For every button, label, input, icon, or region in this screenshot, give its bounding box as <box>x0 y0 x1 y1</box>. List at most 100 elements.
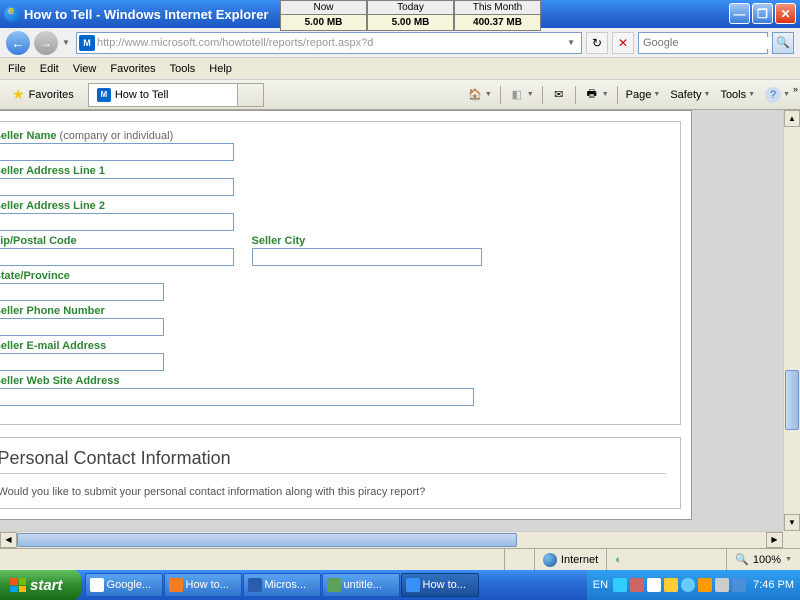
taskbar-item-icon <box>169 578 183 592</box>
tray-icon[interactable] <box>732 578 746 592</box>
zoom-dropdown[interactable]: ▼ <box>785 556 792 563</box>
menu-favorites[interactable]: Favorites <box>110 63 155 75</box>
seller-addr1-input[interactable] <box>0 178 234 196</box>
taskbar-clock[interactable]: 7:46 PM <box>753 579 794 591</box>
separator <box>500 86 501 104</box>
separator <box>542 86 543 104</box>
scroll-down-arrow[interactable]: ▼ <box>784 514 800 531</box>
menu-help[interactable]: Help <box>209 63 232 75</box>
field-phone: Seller Phone Number <box>0 305 670 336</box>
page-menu[interactable]: Page▼ <box>622 87 665 103</box>
search-input[interactable] <box>643 37 785 49</box>
menu-file[interactable]: File <box>8 63 26 75</box>
favorites-button[interactable]: ★ Favorites <box>6 84 80 105</box>
taskbar-item-icon <box>327 578 341 592</box>
seller-addr2-label: Seller Address Line 2 <box>0 200 670 212</box>
nav-history-dropdown[interactable]: ▼ <box>62 38 72 47</box>
search-box[interactable] <box>638 32 768 54</box>
status-zoom[interactable]: 🔍 100% ▼ <box>726 549 800 570</box>
feeds-button[interactable]: ◧▼ <box>505 85 538 105</box>
new-tab-button[interactable] <box>238 83 264 107</box>
scroll-right-arrow[interactable]: ▶ <box>766 532 783 548</box>
zip-input[interactable] <box>0 248 234 266</box>
status-zone[interactable]: Internet <box>534 549 606 570</box>
minimize-button[interactable]: ― <box>729 3 750 24</box>
url-input[interactable] <box>97 37 563 49</box>
tray-icon[interactable] <box>613 578 627 592</box>
shield-icon: ◐ <box>615 554 622 566</box>
personal-contact-section: Personal Contact Information Would you l… <box>0 437 681 509</box>
help-button[interactable]: ?▼ <box>761 85 794 105</box>
city-label: Seller City <box>252 235 482 247</box>
taskbar-item[interactable]: untitle... <box>322 573 400 597</box>
bw-today-label: Today <box>368 1 453 15</box>
overflow-chevron[interactable]: » <box>793 84 798 94</box>
tray-icon[interactable] <box>647 578 661 592</box>
status-protected-mode[interactable]: ◐ <box>606 549 726 570</box>
taskbar-item[interactable]: How to... <box>401 573 479 597</box>
tools-menu[interactable]: Tools▼ <box>716 87 759 103</box>
search-go-button[interactable]: 🔍 <box>772 32 794 54</box>
taskbar-item-label: How to... <box>186 579 229 591</box>
language-indicator[interactable]: EN <box>593 579 608 591</box>
email-input[interactable] <box>0 353 164 371</box>
windows-flag-icon <box>10 578 26 592</box>
bw-month: This Month 400.37 MB <box>454 0 541 31</box>
tray-icon[interactable] <box>664 578 678 592</box>
horizontal-scrollbar[interactable]: ◀ ▶ <box>0 531 783 548</box>
taskbar-item-icon <box>406 578 420 592</box>
menu-tools[interactable]: Tools <box>170 63 196 75</box>
seller-name-input[interactable] <box>0 143 234 161</box>
mail-button[interactable]: ✉ <box>547 85 571 105</box>
address-dropdown[interactable]: ▼ <box>563 38 579 47</box>
website-input[interactable] <box>0 388 474 406</box>
rss-icon: ◧ <box>509 87 525 103</box>
tools-label: Tools <box>720 89 746 101</box>
close-button[interactable]: ✕ <box>775 3 796 24</box>
taskbar-item-label: How to... <box>423 579 466 591</box>
state-input[interactable] <box>0 283 164 301</box>
tray-icon[interactable] <box>681 578 695 592</box>
scroll-corner <box>783 531 800 548</box>
address-bar[interactable]: M ▼ <box>76 32 582 54</box>
system-tray[interactable]: EN 7:46 PM <box>587 570 800 600</box>
home-button[interactable]: 🏠▼ <box>463 85 496 105</box>
taskbar-item[interactable]: Micros... <box>243 573 321 597</box>
safety-menu[interactable]: Safety▼ <box>666 87 714 103</box>
city-input[interactable] <box>252 248 482 266</box>
field-city: Seller City <box>252 235 482 266</box>
windows-taskbar: start Google... How to... Micros...untitle… <box>0 570 800 600</box>
browser-tab[interactable]: M How to Tell <box>88 83 238 107</box>
tray-icon[interactable] <box>698 578 712 592</box>
vscroll-thumb[interactable] <box>785 370 799 430</box>
state-label: State/Province <box>0 270 670 282</box>
scroll-up-arrow[interactable]: ▲ <box>784 110 800 127</box>
maximize-button[interactable]: ❐ <box>752 3 773 24</box>
start-button[interactable]: start <box>0 570 81 600</box>
tab-title: How to Tell <box>115 89 169 101</box>
favorites-label: Favorites <box>29 89 74 101</box>
tray-icon[interactable] <box>630 578 644 592</box>
seller-addr2-input[interactable] <box>0 213 234 231</box>
forward-button[interactable]: → <box>34 31 58 55</box>
taskbar-item[interactable]: Google... <box>85 573 163 597</box>
taskbar-item[interactable]: How to... <box>164 573 242 597</box>
scroll-left-arrow[interactable]: ◀ <box>0 532 17 548</box>
hscroll-thumb[interactable] <box>17 533 517 547</box>
star-icon: ★ <box>12 86 25 103</box>
stop-button[interactable]: ✕ <box>612 32 634 54</box>
ie-icon <box>4 6 20 22</box>
bw-now-value: 5.00 MB <box>281 15 366 30</box>
menu-edit[interactable]: Edit <box>40 63 59 75</box>
start-label: start <box>30 577 63 594</box>
back-button[interactable]: ← <box>6 31 30 55</box>
print-button[interactable]: 🖶▼ <box>580 85 613 105</box>
vertical-scrollbar[interactable]: ▲ ▼ <box>783 110 800 531</box>
menu-view[interactable]: View <box>73 63 97 75</box>
phone-input[interactable] <box>0 318 164 336</box>
field-zip-city-row: Zip/Postal Code Seller City <box>0 235 670 266</box>
refresh-button[interactable]: ↻ <box>586 32 608 54</box>
globe-icon <box>543 553 557 567</box>
mail-icon: ✉ <box>551 87 567 103</box>
tray-icon[interactable] <box>715 578 729 592</box>
